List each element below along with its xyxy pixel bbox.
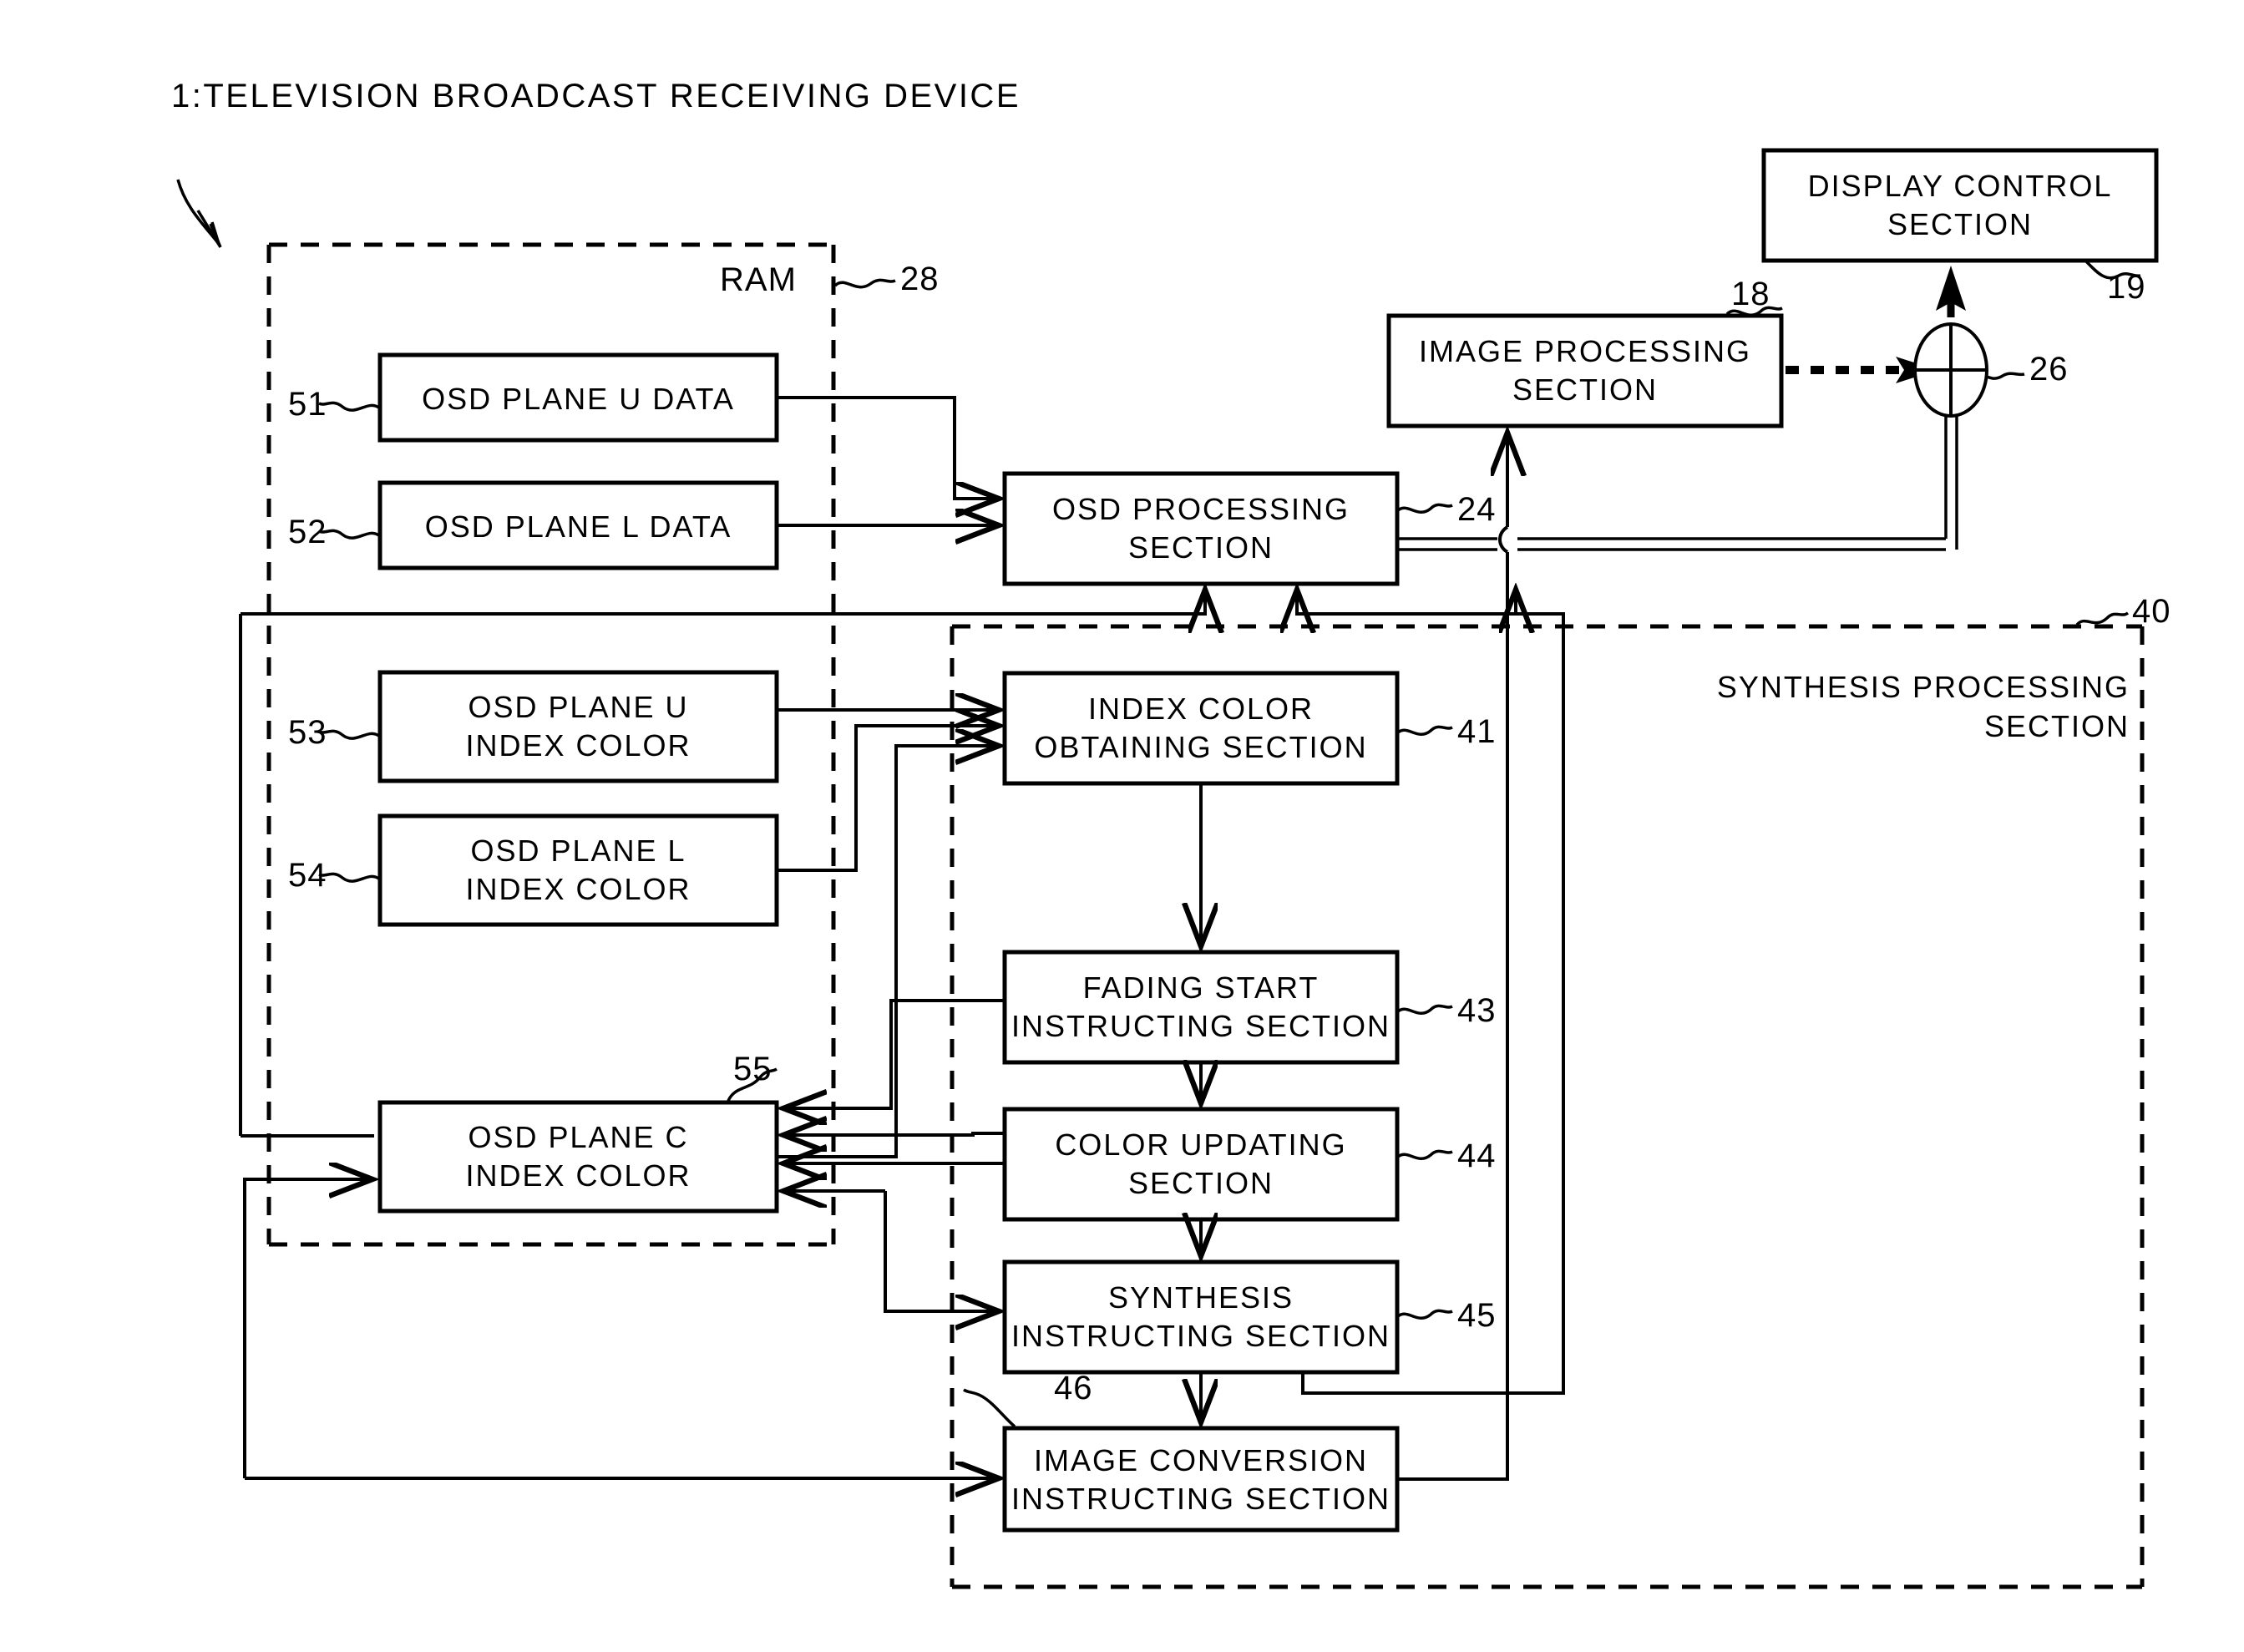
label-image-processing: IMAGE PROCESSING SECTION: [1418, 334, 1752, 408]
label-osd-plane-c-index: OSD PLANE C INDEX COLOR: [465, 1120, 691, 1193]
patent-figure: 1:TELEVISION BROADCAST RECEIVING DEVICE …: [0, 0, 2244, 1652]
figure-title: 1:TELEVISION BROADCAST RECEIVING DEVICE: [171, 78, 1021, 114]
ram-label: RAM: [720, 261, 797, 298]
label-color-updating: COLOR UPDATING SECTION: [1055, 1128, 1347, 1201]
label-osd-processing: OSD PROCESSING SECTION: [1051, 492, 1350, 565]
figure-leader: [176, 179, 222, 248]
conn-55feed-to-45: [783, 1191, 999, 1311]
ram-ref: 28: [900, 261, 940, 297]
conn-43-to-55: [783, 999, 1005, 1108]
ref-19: 19: [2107, 269, 2146, 306]
diagram-canvas: [176, 148, 2159, 1589]
ref-51: 51: [288, 386, 327, 423]
label-osd-plane-u-data: OSD PLANE U DATA: [422, 382, 735, 416]
conn-41bus-to-24-right: [1297, 590, 1517, 614]
ref-24: 24: [1457, 491, 1497, 528]
conn-51-to-24: [777, 396, 999, 499]
ram-ref-leader: [833, 278, 896, 289]
ref-55: 55: [733, 1051, 772, 1087]
ref-46: 46: [1054, 1370, 1093, 1406]
label-synthesis-instructing: SYNTHESIS INSTRUCTING SECTION: [1011, 1280, 1390, 1354]
label-osd-plane-l-index: OSD PLANE L INDEX COLOR: [465, 834, 691, 907]
conn-44-left-to-55: [783, 1133, 1005, 1135]
label-display-control: DISPLAY CONTROL SECTION: [1807, 169, 2113, 242]
ref-53: 53: [288, 714, 327, 751]
ref-43: 43: [1457, 992, 1497, 1029]
ref-45: 45: [1457, 1297, 1497, 1334]
conn-55-to-41: [777, 746, 999, 1158]
ref-44: 44: [1457, 1138, 1497, 1174]
summing-junction-icon: [1913, 322, 1988, 418]
label-osd-plane-u-index: OSD PLANE U INDEX COLOR: [465, 690, 691, 763]
synthesis-section-label: SYNTHESIS PROCESSING SECTION: [1716, 670, 2130, 743]
label-image-conversion: IMAGE CONVERSION INSTRUCTING SECTION: [1011, 1443, 1390, 1517]
ref-18: 18: [1731, 276, 1770, 312]
synthesis-section-ref: 40: [2132, 593, 2171, 630]
label-osd-plane-l-data: OSD PLANE L DATA: [424, 509, 732, 544]
ref-26: 26: [2029, 351, 2069, 388]
conn-26-to-19: [1936, 266, 1966, 317]
label-fading-start: FADING START INSTRUCTING SECTION: [1011, 970, 1390, 1044]
ref-52: 52: [288, 514, 327, 550]
ref-54: 54: [288, 857, 327, 894]
synthesis-ref-leader: [2075, 611, 2130, 626]
label-index-color-obtaining: INDEX COLOR OBTAINING SECTION: [1034, 692, 1368, 765]
ref-41: 41: [1457, 713, 1497, 750]
